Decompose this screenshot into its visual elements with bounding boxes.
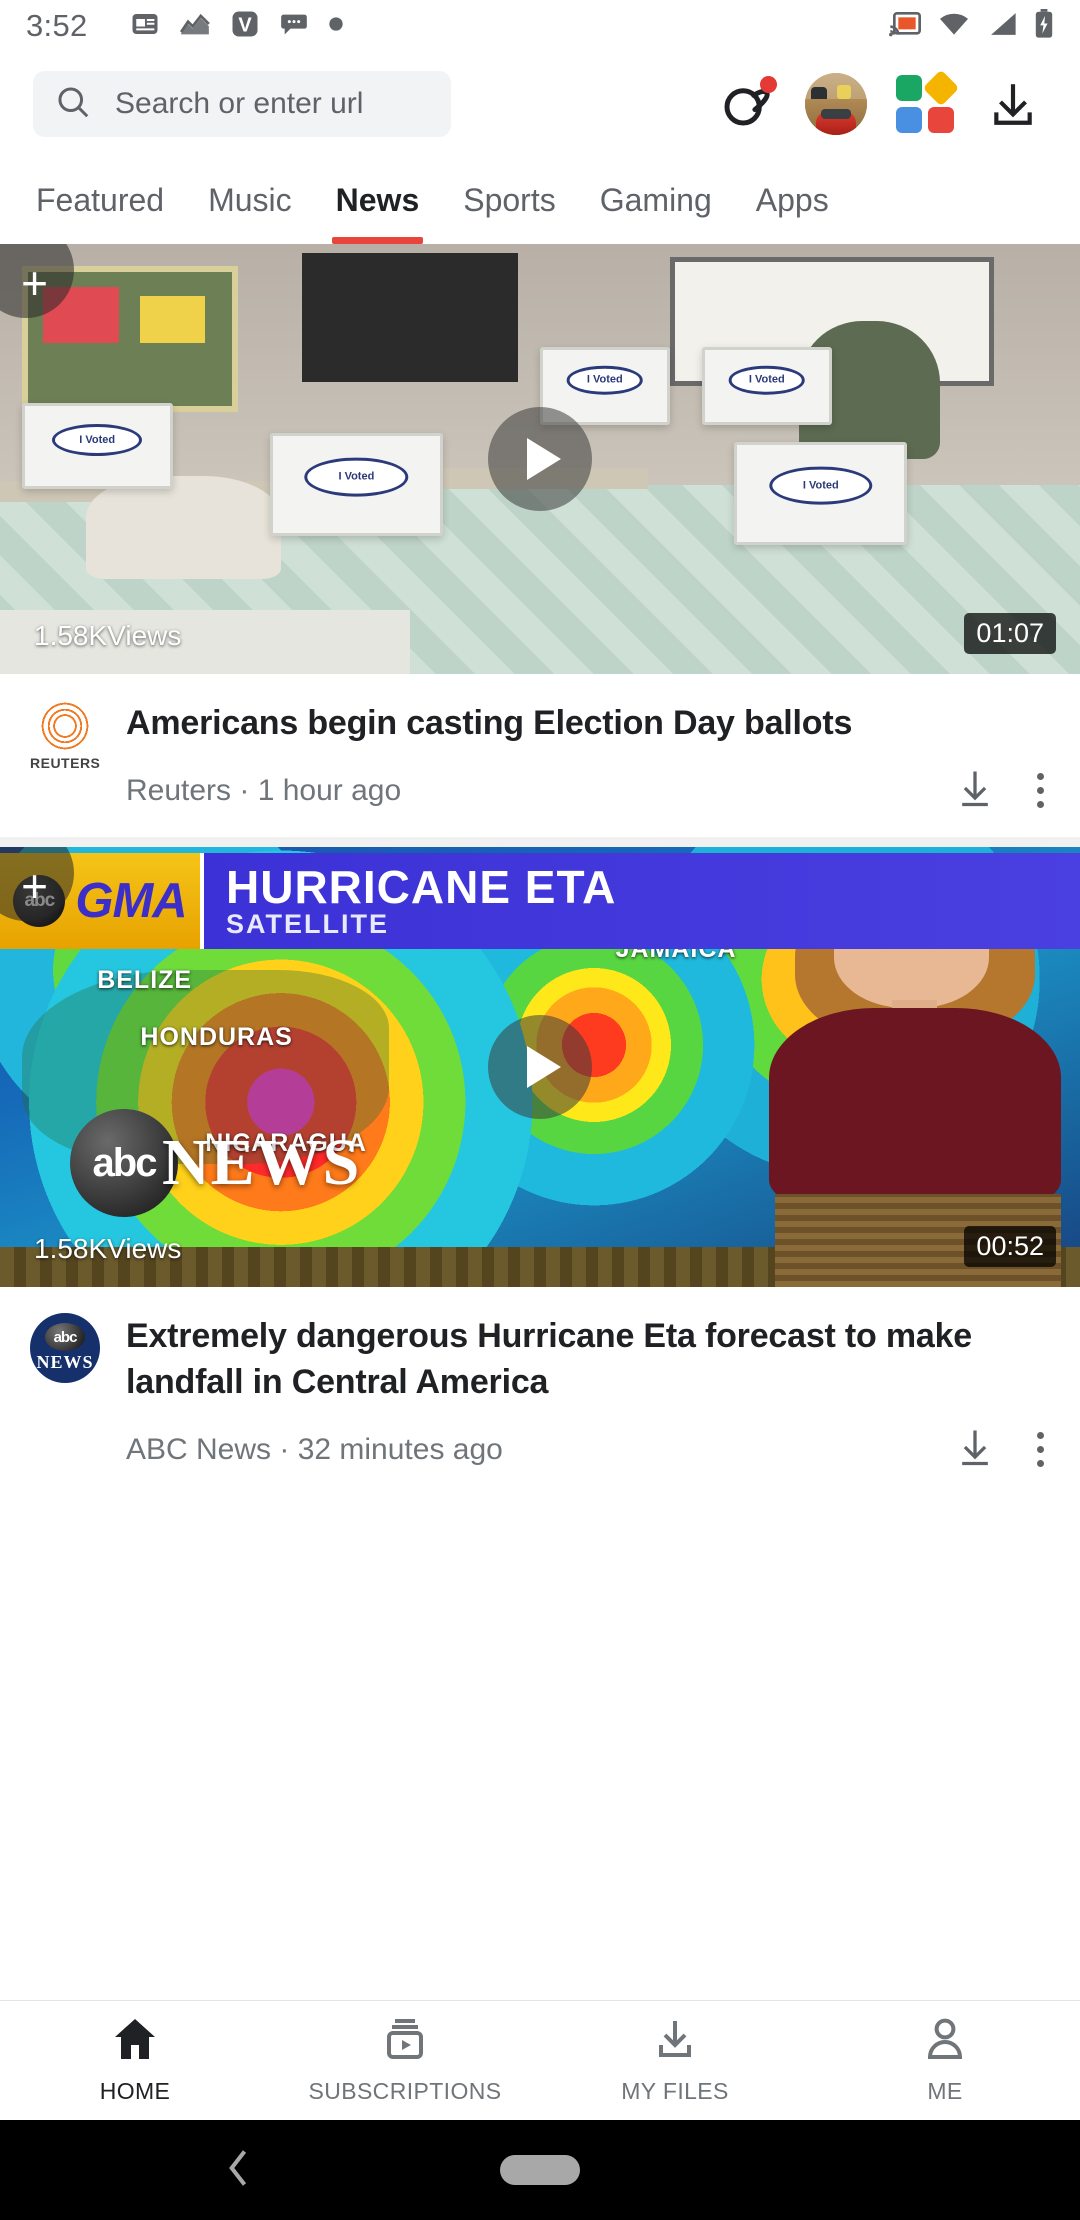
video-thumbnail[interactable]: JAMAICA BELIZE HONDURAS NICARAGUA abc GM… [0, 847, 1080, 1287]
tab-apps[interactable]: Apps [734, 156, 851, 244]
view-count: 1.58KViews [34, 1233, 182, 1264]
search-input[interactable]: Search or enter url [33, 71, 451, 137]
status-time: 3:52 [26, 8, 88, 43]
reuters-logo-word: REUTERS [30, 755, 101, 771]
banner-title: HURRICANE ETA [226, 860, 617, 913]
video-title[interactable]: Americans begin casting Election Day bal… [126, 700, 1050, 746]
status-bar: 3:52 V [0, 0, 1080, 52]
bottom-navigation: HOME SUBSCRIPTIONS MY FILES ME [0, 2000, 1080, 2120]
video-thumbnail[interactable]: I Voted I Voted I Voted I Voted I Voted … [0, 244, 1080, 674]
download-icon[interactable] [953, 766, 997, 815]
tab-label: Music [208, 181, 292, 218]
apps-tile-blue [896, 107, 922, 133]
nav-label: ME [927, 2077, 963, 2104]
video-card-hurricane[interactable]: JAMAICA BELIZE HONDURAS NICARAGUA abc GM… [0, 847, 1080, 1496]
status-bar-right [889, 8, 1054, 44]
play-icon[interactable] [488, 407, 592, 511]
person-icon [921, 2017, 969, 2066]
reuters-logo: REUTERS [30, 699, 101, 771]
video-card-election[interactable]: I Voted I Voted I Voted I Voted I Voted … [0, 244, 1080, 837]
cast-icon [889, 10, 921, 43]
planet-icon[interactable] [717, 74, 777, 134]
abc-news-watermark: abc NEWS [70, 1109, 360, 1217]
notification-dot [760, 76, 777, 93]
chat-bubble-icon [280, 12, 308, 41]
dot-icon [328, 16, 344, 37]
tab-featured[interactable]: Featured [14, 156, 186, 244]
download-icon [651, 2017, 699, 2066]
home-icon [111, 2017, 159, 2066]
gma-program-label: GMA [75, 874, 187, 928]
tab-gaming[interactable]: Gaming [578, 156, 734, 244]
nav-item-home[interactable]: HOME [0, 2001, 270, 2120]
news-icon [130, 9, 160, 44]
cellular-signal-icon [987, 11, 1017, 42]
tab-news[interactable]: News [314, 156, 442, 244]
toolbar-actions [717, 69, 1047, 135]
abc-news-logo-word: NEWS [36, 1352, 94, 1372]
video-duration: 01:07 [964, 613, 1056, 654]
video-meta: REUTERS Americans begin casting Election… [0, 674, 1080, 837]
apps-tile-red [928, 107, 954, 133]
chart-icon [179, 12, 210, 41]
search-placeholder: Search or enter url [115, 87, 364, 120]
tab-label: Gaming [599, 181, 712, 218]
apps-tile-yellow [922, 69, 960, 107]
apps-tile-green [896, 75, 922, 101]
tab-label: Sports [463, 181, 556, 218]
broadcast-banner: abc GMA HURRICANE ETA SATELLITE [0, 853, 1080, 949]
abc-news-wordmark: NEWS [162, 1126, 361, 1199]
nav-item-me[interactable]: ME [810, 2001, 1080, 2120]
tab-label: Featured [36, 181, 165, 218]
tab-sports[interactable]: Sports [441, 156, 577, 244]
video-meta: abc NEWS Extremely dangerous Hurricane E… [0, 1287, 1080, 1496]
android-navigation-bar [0, 2120, 1080, 2220]
abc-news-logo: abc NEWS [30, 1313, 100, 1383]
v-app-icon: V [230, 9, 260, 44]
back-chevron-icon[interactable] [222, 2146, 256, 2195]
view-count: 1.58KViews [34, 620, 182, 651]
map-label-honduras: HONDURAS [140, 1023, 293, 1051]
download-icon[interactable] [983, 74, 1043, 134]
browser-toolbar: Search or enter url [0, 52, 1080, 156]
nav-item-subscriptions[interactable]: SUBSCRIPTIONS [270, 2001, 540, 2120]
nav-label: SUBSCRIPTIONS [308, 2077, 502, 2104]
home-pill-icon[interactable] [500, 2155, 580, 2185]
video-source-line: ABC News · 32 minutes ago [126, 1432, 503, 1466]
card-divider [0, 837, 1080, 847]
category-tabs: Featured Music News Sports Gaming Apps [0, 156, 1080, 244]
more-vertical-icon[interactable] [1037, 1432, 1044, 1467]
nav-item-my-files[interactable]: MY FILES [540, 2001, 810, 2120]
tab-music[interactable]: Music [186, 156, 314, 244]
abc-logo-icon: abc [45, 1323, 85, 1351]
video-feed: I Voted I Voted I Voted I Voted I Voted … [0, 244, 1080, 1496]
more-vertical-icon[interactable] [1037, 773, 1044, 808]
nav-label: HOME [99, 2077, 171, 2104]
status-bar-left: 3:52 V [26, 8, 889, 44]
subscriptions-icon [381, 2017, 429, 2066]
video-title[interactable]: Extremely dangerous Hurricane Eta foreca… [126, 1313, 1050, 1405]
video-duration: 00:52 [964, 1226, 1056, 1267]
svg-text:V: V [238, 14, 252, 36]
map-label-belize: BELIZE [97, 965, 193, 994]
download-icon[interactable] [953, 1425, 997, 1474]
play-icon[interactable] [488, 1015, 592, 1119]
search-icon [55, 84, 91, 125]
banner-subtitle: SATELLITE [226, 908, 389, 939]
tab-label: Apps [755, 181, 829, 218]
tab-label: News [335, 181, 420, 218]
apps-grid-icon[interactable] [895, 69, 960, 134]
video-source-line: Reuters · 1 hour ago [126, 773, 402, 807]
wifi-icon [938, 11, 970, 42]
user-avatar[interactable] [805, 73, 867, 135]
battery-charging-icon [1034, 8, 1054, 44]
nav-label: MY FILES [621, 2077, 729, 2104]
